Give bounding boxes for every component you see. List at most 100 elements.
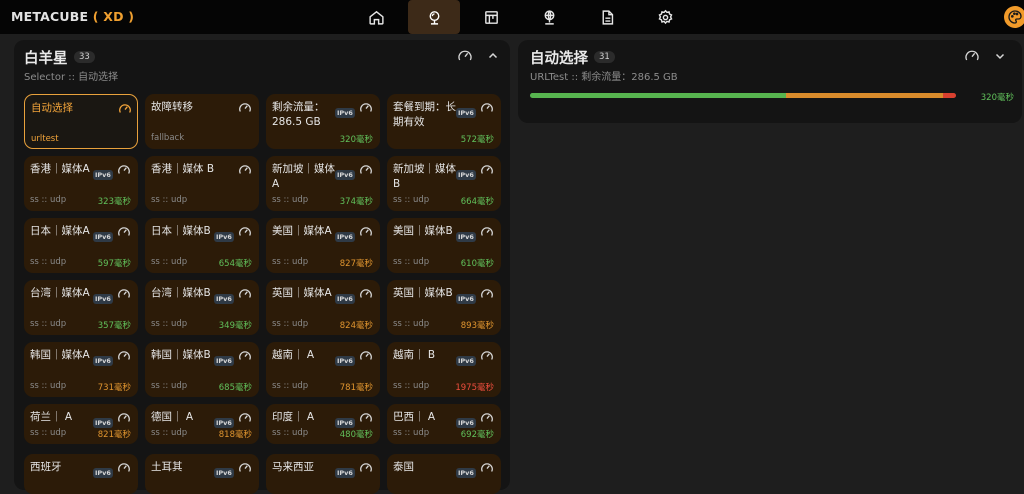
proxy-name: 西班牙 — [30, 461, 62, 473]
ipv6-badge: IPv6 — [335, 468, 355, 478]
nav-rules[interactable] — [465, 0, 517, 34]
proxy-card[interactable]: 德国｜ Ass :: udp IPv6 818毫秒 — [145, 404, 259, 444]
latency-test-icon[interactable] — [457, 48, 473, 64]
latency-test-icon[interactable] — [359, 225, 373, 239]
ipv6-badge: IPv6 — [214, 468, 234, 478]
proxy-card[interactable]: 英国｜媒体A ss :: udp IPv6 824毫秒 — [266, 280, 380, 335]
proxy-card[interactable]: 台湾｜媒体A ss :: udp IPv6 357毫秒 — [24, 280, 138, 335]
latency-test-icon[interactable] — [238, 461, 252, 475]
ipv6-badge: IPv6 — [214, 418, 234, 428]
nav-home[interactable] — [350, 0, 402, 34]
proxy-card[interactable]: 印度｜ Ass :: udp IPv6 480毫秒 — [266, 404, 380, 444]
proxy-card[interactable]: 新加坡｜媒体 Bss :: udp IPv6 664毫秒 — [387, 156, 501, 211]
latency-test-icon[interactable] — [117, 163, 131, 177]
collapse-chevron-up-icon[interactable] — [487, 50, 499, 62]
latency-test-icon[interactable] — [480, 461, 494, 475]
proxy-card[interactable]: 台湾｜媒体B ss :: udp IPv6 349毫秒 — [145, 280, 259, 335]
latency-test-icon[interactable] — [964, 48, 980, 64]
proxy-card[interactable]: 剩余流量：286.5 GB IPv6 320毫秒 — [266, 94, 380, 149]
proxy-type: ss :: udp — [272, 381, 309, 391]
proxy-delay: 818毫秒 — [218, 430, 252, 440]
latency-test-icon[interactable] — [359, 163, 373, 177]
proxy-card[interactable]: 套餐到期：长期有效 IPv6 572毫秒 — [387, 94, 501, 149]
proxy-name: 新加坡｜媒体 A — [272, 163, 335, 190]
proxy-card[interactable]: 英国｜媒体B ss :: udp IPv6 893毫秒 — [387, 280, 501, 335]
proxy-name: 香港｜媒体A — [30, 163, 90, 175]
expand-chevron-down-icon[interactable] — [994, 50, 1006, 62]
latency-test-icon[interactable] — [117, 287, 131, 301]
ipv6-badge: IPv6 — [456, 108, 476, 118]
latency-test-icon[interactable] — [118, 102, 132, 116]
proxy-name: 马来西亚 — [272, 461, 314, 473]
proxy-name: 泰国 — [393, 461, 414, 473]
rules-icon — [484, 10, 498, 24]
proxy-card[interactable]: 香港｜媒体A ss :: udp IPv6 323毫秒 — [24, 156, 138, 211]
latency-test-icon[interactable] — [117, 349, 131, 363]
proxy-delay: 685毫秒 — [218, 383, 252, 393]
latency-test-icon[interactable] — [480, 163, 494, 177]
proxy-delay: 374毫秒 — [339, 197, 373, 207]
proxy-name: 套餐到期：长期有效 — [393, 101, 456, 128]
latency-test-icon[interactable] — [480, 225, 494, 239]
settings-icon — [658, 9, 672, 24]
proxy-card[interactable]: 马来西亚 IPv6 — [266, 454, 380, 494]
proxy-delay: 824毫秒 — [339, 321, 373, 331]
latency-test-icon[interactable] — [359, 411, 373, 425]
nav-proxies[interactable] — [408, 0, 460, 34]
proxy-delay: 893毫秒 — [460, 321, 494, 331]
proxy-card[interactable]: 新加坡｜媒体 Ass :: udp IPv6 374毫秒 — [266, 156, 380, 211]
proxy-card[interactable]: 故障转移 fallback — [145, 94, 259, 149]
proxy-card[interactable]: 美国｜媒体B ss :: udp IPv6 610毫秒 — [387, 218, 501, 273]
proxy-card[interactable]: 日本｜媒体A ss :: udp IPv6 597毫秒 — [24, 218, 138, 273]
proxies-icon — [429, 10, 439, 25]
proxy-card[interactable]: 荷兰｜ Ass :: udp IPv6 821毫秒 — [24, 404, 138, 444]
latency-test-icon[interactable] — [359, 461, 373, 475]
proxy-card[interactable]: 西班牙 IPv6 — [24, 454, 138, 494]
proxy-type: ss :: udp — [393, 319, 430, 329]
ipv6-badge: IPv6 — [93, 356, 113, 366]
proxy-card[interactable]: 巴西｜ Ass :: udp IPv6 692毫秒 — [387, 404, 501, 444]
group-count-badge: 33 — [74, 51, 95, 63]
latency-test-icon[interactable] — [238, 101, 252, 115]
proxy-type: ss :: udp — [272, 257, 309, 267]
latency-test-icon[interactable] — [480, 349, 494, 363]
ipv6-badge: IPv6 — [214, 294, 234, 304]
latency-test-icon[interactable] — [359, 349, 373, 363]
proxy-card[interactable]: 日本｜媒体B ss :: udp IPv6 654毫秒 — [145, 218, 259, 273]
ipv6-badge: IPv6 — [456, 232, 476, 242]
latency-test-icon[interactable] — [117, 461, 131, 475]
nav-settings[interactable] — [639, 0, 691, 34]
proxy-card[interactable]: 越南｜ Ass :: udp IPv6 781毫秒 — [266, 342, 380, 397]
proxy-name: 故障转移 — [151, 101, 193, 113]
latency-test-icon[interactable] — [238, 287, 252, 301]
proxy-card[interactable]: 越南｜ Bss :: udp IPv6 1975毫秒 — [387, 342, 501, 397]
latency-distribution-bar — [530, 93, 956, 98]
proxy-card[interactable]: 泰国 IPv6 — [387, 454, 501, 494]
proxy-card[interactable]: 香港｜媒体 Bss :: udp — [145, 156, 259, 211]
proxy-card[interactable]: 韩国｜媒体A ss :: udp IPv6 731毫秒 — [24, 342, 138, 397]
latency-test-icon[interactable] — [359, 101, 373, 115]
proxy-card[interactable]: 土耳其 IPv6 — [145, 454, 259, 494]
proxy-name: 台湾｜媒体B — [151, 287, 211, 299]
proxy-card[interactable]: 韩国｜媒体B ss :: udp IPv6 685毫秒 — [145, 342, 259, 397]
latency-test-icon[interactable] — [480, 411, 494, 425]
proxy-delay: 781毫秒 — [339, 383, 373, 393]
latency-test-icon[interactable] — [359, 287, 373, 301]
latency-test-icon[interactable] — [480, 101, 494, 115]
latency-test-icon[interactable] — [117, 225, 131, 239]
theme-toggle-button[interactable] — [1004, 6, 1024, 28]
latency-test-icon[interactable] — [117, 411, 131, 425]
proxy-card[interactable]: 美国｜媒体A ss :: udp IPv6 827毫秒 — [266, 218, 380, 273]
latency-test-icon[interactable] — [238, 225, 252, 239]
nav-logs[interactable] — [581, 0, 633, 34]
latency-test-icon[interactable] — [238, 411, 252, 425]
app-logo: METACUBE ( XD ) — [11, 9, 134, 24]
latency-test-icon[interactable] — [480, 287, 494, 301]
nav-connections[interactable] — [523, 0, 575, 34]
proxy-card[interactable]: 自动选择 urltest — [24, 94, 138, 149]
ipv6-badge: IPv6 — [456, 356, 476, 366]
proxy-type: ss :: udp — [272, 319, 309, 329]
latency-test-icon[interactable] — [238, 349, 252, 363]
latency-test-icon[interactable] — [238, 163, 252, 177]
logo-text: METACUBE — [11, 9, 89, 24]
